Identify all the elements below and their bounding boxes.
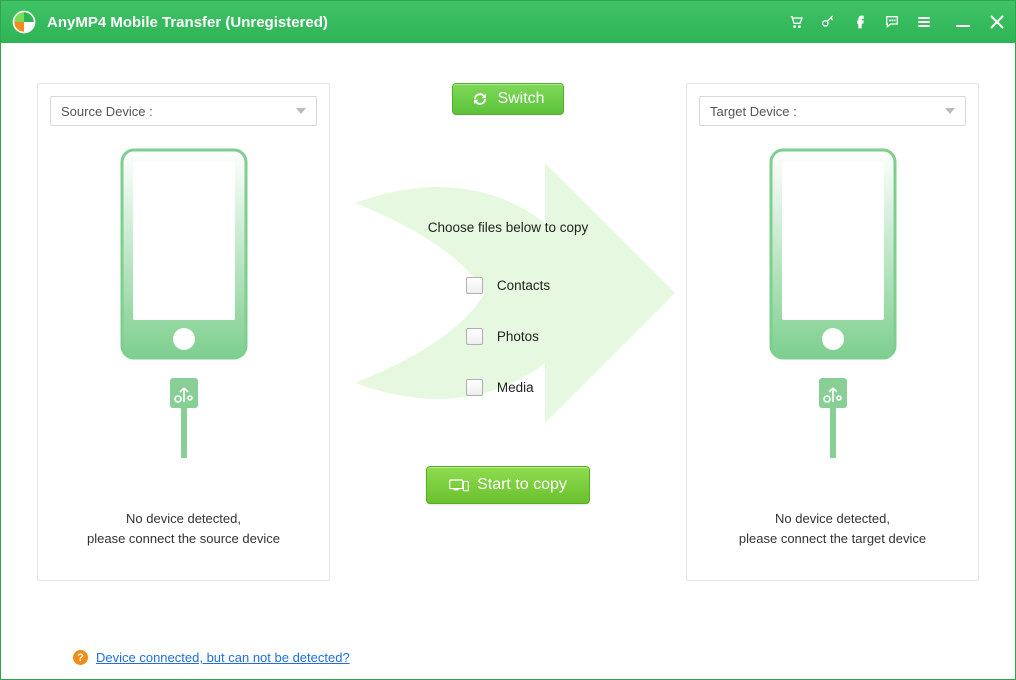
source-status-message: No device detected, please connect the s…: [87, 509, 280, 568]
close-button[interactable]: [989, 14, 1005, 30]
menu-icon[interactable]: [915, 13, 933, 31]
source-device-label: Source Device :: [61, 104, 153, 119]
media-checkbox[interactable]: Media: [466, 379, 550, 396]
usb-icon: [813, 378, 853, 458]
contacts-checkbox[interactable]: Contacts: [466, 277, 550, 294]
checkbox-label: Contacts: [497, 278, 550, 293]
target-status-message: No device detected, please connect the t…: [739, 509, 926, 568]
switch-button-label: Switch: [497, 90, 544, 108]
source-device-select[interactable]: Source Device :: [50, 96, 317, 126]
switch-button[interactable]: Switch: [452, 83, 563, 115]
choose-files-label: Choose files below to copy: [428, 220, 589, 235]
source-phone-graphic: [118, 148, 250, 360]
checkbox-label: Photos: [497, 329, 539, 344]
status-line: No device detected,: [87, 509, 280, 529]
app-logo-icon: [11, 9, 37, 35]
status-line: No device detected,: [739, 509, 926, 529]
checkbox-icon: [466, 277, 483, 294]
source-usb-graphic: [164, 378, 204, 458]
window-controls: [955, 14, 1005, 30]
key-icon[interactable]: [819, 13, 837, 31]
target-usb-graphic: [813, 378, 853, 458]
refresh-icon: [471, 90, 489, 108]
source-device-panel: Source Device :: [37, 83, 330, 581]
titlebar: AnyMP4 Mobile Transfer (Unregistered): [1, 1, 1015, 43]
window-title: AnyMP4 Mobile Transfer (Unregistered): [47, 14, 328, 31]
phone-icon: [118, 148, 250, 360]
chevron-down-icon: [296, 108, 306, 114]
titlebar-icon-group: [787, 13, 933, 31]
phone-icon: [767, 148, 899, 360]
feedback-icon[interactable]: [883, 13, 901, 31]
content-area: Source Device :: [1, 43, 1015, 679]
photos-checkbox[interactable]: Photos: [466, 328, 550, 345]
target-device-select[interactable]: Target Device :: [699, 96, 966, 126]
checkbox-icon: [466, 379, 483, 396]
usb-icon: [164, 378, 204, 458]
start-copy-button[interactable]: Start to copy: [426, 466, 590, 504]
devices-icon: [449, 477, 469, 493]
help-link-row: ? Device connected, but can not be detec…: [73, 650, 350, 665]
checkbox-icon: [466, 328, 483, 345]
cart-icon[interactable]: [787, 13, 805, 31]
facebook-icon[interactable]: [851, 13, 869, 31]
target-device-label: Target Device :: [710, 104, 797, 119]
chevron-down-icon: [945, 108, 955, 114]
target-device-panel: Target Device :: [686, 83, 979, 581]
device-not-detected-link[interactable]: Device connected, but can not be detecte…: [96, 650, 350, 665]
status-line: please connect the source device: [87, 529, 280, 549]
start-copy-label: Start to copy: [477, 476, 567, 494]
status-line: please connect the target device: [739, 529, 926, 549]
help-icon: ?: [73, 650, 88, 665]
file-type-list: Contacts Photos Media: [466, 277, 550, 396]
target-phone-graphic: [767, 148, 899, 360]
minimize-button[interactable]: [955, 14, 971, 30]
checkbox-label: Media: [497, 380, 534, 395]
middle-column: Switch Choose files below to copy Contac…: [363, 83, 653, 504]
app-window: AnyMP4 Mobile Transfer (Unregistered): [0, 0, 1016, 680]
